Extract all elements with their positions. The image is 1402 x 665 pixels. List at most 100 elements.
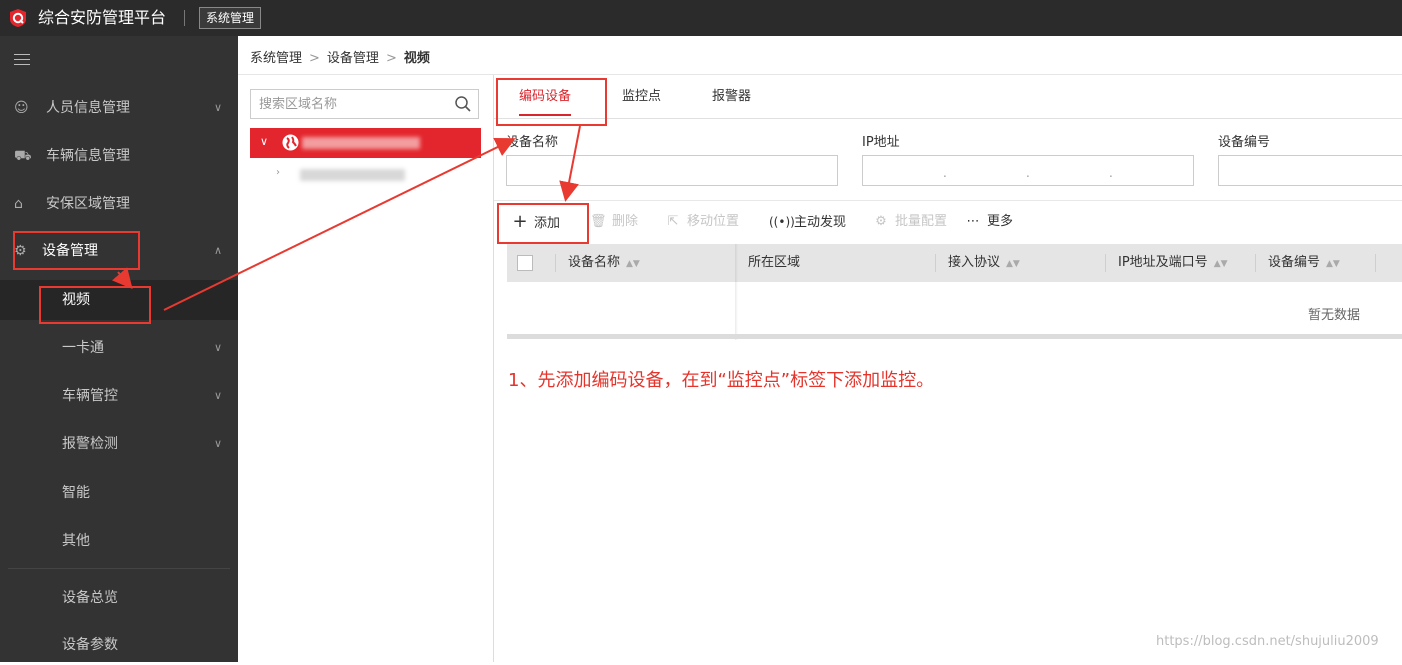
- app-logo-icon: [10, 9, 26, 27]
- select-all-checkbox[interactable]: [517, 255, 533, 271]
- table-horizontal-scrollbar[interactable]: [507, 334, 1402, 339]
- sidebar-divider: [8, 568, 230, 569]
- sidebar-item-label: 车辆信息管理: [46, 148, 130, 164]
- sort-icon[interactable]: ▲▼: [626, 259, 640, 269]
- more-button-label: 更多: [987, 214, 1014, 229]
- sidebar-subitem-other[interactable]: 其他: [0, 521, 238, 561]
- sort-icon[interactable]: ▲▼: [1006, 259, 1020, 269]
- gear-icon: ⚙: [875, 214, 887, 229]
- person-icon: ☺: [14, 100, 29, 116]
- device-code-input[interactable]: [1219, 156, 1402, 185]
- device-code-field: [1218, 155, 1402, 186]
- sidebar-item-personnel[interactable]: ☺ 人员信息管理 ∨: [0, 88, 238, 128]
- column-header-area: 所在区域: [748, 244, 800, 282]
- chevron-up-icon: ∧: [213, 244, 222, 257]
- column-header-device-code[interactable]: 设备编号 ▲▼: [1268, 244, 1340, 282]
- ip-address-field[interactable]: . . .: [862, 155, 1194, 186]
- column-divider: [935, 254, 936, 272]
- sidebar-subitem-label: 其他: [62, 533, 90, 549]
- column-header-protocol[interactable]: 接入协议 ▲▼: [948, 244, 1020, 282]
- column-header-device-name[interactable]: 设备名称 ▲▼: [568, 244, 640, 282]
- sidebar-subitem-label: 设备参数: [62, 637, 118, 653]
- column-divider: [555, 254, 556, 272]
- table-header: 设备名称 ▲▼ 所在区域 接入协议 ▲▼ IP地址及端口号 ▲▼ 设备编号 ▲▼: [507, 244, 1402, 282]
- search-icon[interactable]: [454, 95, 472, 113]
- area-search-input[interactable]: [251, 90, 467, 118]
- breadcrumb: 系统管理 > 设备管理 > 视频: [250, 47, 430, 66]
- sidebar-subitem-device-overview[interactable]: 设备总览: [0, 578, 238, 618]
- tree-root-node[interactable]: ∨: [250, 128, 481, 158]
- chevron-down-icon[interactable]: ∨: [260, 135, 268, 148]
- globe-icon: [282, 134, 299, 151]
- device-tabs: 编码设备 监控点 报警器: [494, 75, 1402, 119]
- discover-button[interactable]: ((•))主动发现: [769, 212, 846, 232]
- sidebar-subitem-video[interactable]: 视频: [0, 280, 238, 320]
- empty-table-text: 暂无数据: [1308, 308, 1361, 323]
- top-divider: [184, 10, 185, 26]
- sidebar-subitem-alarm-detection[interactable]: 报警检测 ∨: [0, 424, 238, 464]
- sidebar-subitem-label: 一卡通: [62, 340, 104, 356]
- sidebar-subitem-intelligent[interactable]: 智能: [0, 473, 238, 513]
- tab-encoding-device[interactable]: 编码设备: [519, 75, 572, 118]
- instruction-annotation: 1、先添加编码设备，在到“监控点”标签下添加监控。: [508, 370, 935, 391]
- discover-button-label: 主动发现: [794, 215, 847, 230]
- more-dots-icon: ⋯: [966, 214, 980, 229]
- sidebar-item-vehicle-info[interactable]: ⛟ 车辆信息管理: [0, 136, 238, 176]
- sidebar-item-label: 人员信息管理: [46, 100, 130, 116]
- sidebar-subitem-label: 车辆管控: [62, 388, 118, 404]
- add-button-label: 添加: [534, 216, 561, 231]
- sidebar-item-security-area[interactable]: ⌂ 安保区域管理: [0, 184, 238, 224]
- move-icon: ⇱: [667, 214, 679, 229]
- column-label: 设备名称: [568, 255, 621, 270]
- system-management-button[interactable]: 系统管理: [199, 7, 262, 29]
- sidebar-subitem-device-params[interactable]: 设备参数: [0, 625, 238, 665]
- move-button[interactable]: ⇱ 移动位置: [665, 212, 739, 232]
- column-label: 所在区域: [748, 255, 801, 270]
- redacted-label: [300, 169, 405, 181]
- breadcrumb-current: 视频: [403, 51, 430, 66]
- delete-button[interactable]: 🗑 删除: [590, 212, 638, 232]
- device-name-label: 设备名称: [506, 135, 559, 150]
- column-divider: [1255, 254, 1256, 272]
- signal-icon: ((•)): [769, 215, 795, 229]
- sidebar: ☺ 人员信息管理 ∨ ⛟ 车辆信息管理 ⌂ 安保区域管理 ⚙ 设备管理 ∧ 视频…: [0, 36, 238, 662]
- chevron-right-icon: >: [309, 51, 320, 66]
- tab-monitoring-point[interactable]: 监控点: [622, 75, 661, 118]
- more-button[interactable]: ⋯ 更多: [965, 212, 1014, 232]
- sidebar-subitem-label: 设备总览: [62, 590, 118, 606]
- area-tree-panel: ∨ ›: [238, 75, 494, 662]
- chevron-right-icon[interactable]: ›: [276, 167, 280, 178]
- device-name-input[interactable]: [507, 156, 837, 185]
- menu-toggle-icon[interactable]: [14, 54, 30, 66]
- column-label: 接入协议: [948, 255, 1001, 270]
- batch-config-button-label: 批量配置: [895, 214, 948, 229]
- sort-icon[interactable]: ▲▼: [1214, 259, 1228, 269]
- tab-alarm-device[interactable]: 报警器: [712, 75, 751, 118]
- sidebar-subitem-label: 报警检测: [62, 436, 118, 452]
- redacted-label: [302, 137, 420, 149]
- chevron-down-icon: ∨: [213, 101, 222, 114]
- area-search-box: [250, 89, 479, 119]
- batch-config-button[interactable]: ⚙ 批量配置: [873, 212, 947, 232]
- sidebar-subitem-one-card[interactable]: 一卡通 ∨: [0, 328, 238, 368]
- watermark: https://blog.csdn.net/shujuliu2009: [1156, 634, 1379, 649]
- breadcrumb-item[interactable]: 系统管理: [250, 51, 302, 66]
- move-button-label: 移动位置: [687, 214, 740, 229]
- sidebar-subitem-vehicle-control[interactable]: 车辆管控 ∨: [0, 376, 238, 416]
- sort-icon[interactable]: ▲▼: [1326, 259, 1340, 269]
- add-button[interactable]: + 添加: [512, 212, 560, 232]
- column-header-ip-port[interactable]: IP地址及端口号 ▲▼: [1118, 244, 1228, 282]
- sidebar-item-label: 设备管理: [42, 243, 98, 259]
- home-shield-icon: ⌂: [14, 196, 23, 212]
- app-title: 综合安防管理平台: [38, 8, 167, 27]
- truck-icon: ⛟: [14, 148, 32, 164]
- top-bar: 综合安防管理平台 系统管理: [0, 0, 1402, 36]
- sidebar-subitem-label: 智能: [62, 485, 90, 501]
- ip-separator: .: [1026, 166, 1030, 180]
- chevron-down-icon: ∨: [213, 389, 222, 402]
- column-label: IP地址及端口号: [1118, 255, 1208, 270]
- breadcrumb-item[interactable]: 设备管理: [327, 51, 379, 66]
- sidebar-subitem-label: 视频: [62, 292, 90, 308]
- sidebar-item-device-management[interactable]: ⚙ 设备管理 ∧: [0, 231, 238, 271]
- tab-label: 报警器: [712, 89, 752, 104]
